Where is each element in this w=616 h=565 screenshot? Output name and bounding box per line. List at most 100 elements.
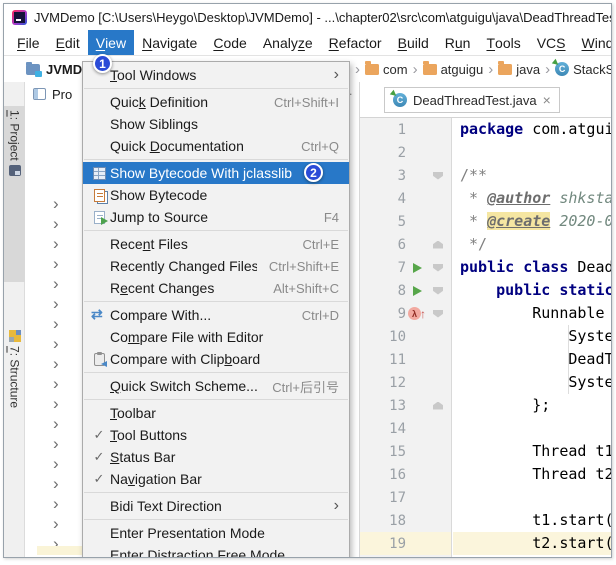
menu-item-label: Toolbar [110, 405, 156, 421]
menu-separator [84, 159, 348, 160]
menu-item-recent-files[interactable]: Recent Files Ctrl+E [83, 233, 349, 255]
fold-marker-icon[interactable] [428, 240, 448, 249]
fold-marker-icon[interactable] [428, 401, 448, 410]
menu-item-shortcut: Ctrl+后引号 [272, 379, 339, 395]
menu-item-quick-switch-scheme[interactable]: Quick Switch Scheme... Ctrl+后引号 [83, 375, 349, 397]
menubar-item-analyze[interactable]: Analy z e [255, 30, 321, 55]
menubar-item-build[interactable]: Build [390, 30, 437, 55]
nav-project-root[interactable]: JVMD [26, 56, 82, 82]
menu-item-show-bytecode-with-jclasslib[interactable]: Show Bytecode With jclasslib 2 [83, 162, 349, 184]
menu-item-show-bytecode[interactable]: Show Bytecode [83, 184, 349, 206]
line-number: 19 [389, 535, 406, 552]
breadcrumb-label: com [383, 61, 408, 77]
menubar-item-tools[interactable]: Tools [478, 30, 528, 55]
breadcrumb-separator: › [412, 60, 418, 78]
menubar-item-code[interactable]: Code [205, 30, 254, 55]
menu-item-tool-buttons[interactable]: ✓ Tool Buttons [83, 424, 349, 446]
chevron-right-icon[interactable]: › [53, 375, 59, 392]
menu-item-status-bar[interactable]: ✓ Status Bar [83, 446, 349, 468]
sidebar-tab-project[interactable]: 1: Project [4, 106, 25, 282]
line-number: 9 [397, 305, 406, 322]
run-button-icon[interactable] [406, 285, 428, 296]
menu-item-recent-changes[interactable]: Recent Changes Alt+Shift+C [83, 277, 349, 299]
sidebar-tab-structure[interactable]: 7: Structure [4, 326, 25, 478]
code-line-8: public static void main(String[] args) { [453, 279, 611, 302]
breadcrumb-item-com[interactable]: com [365, 60, 408, 77]
chevron-right-icon[interactable]: › [53, 495, 59, 512]
menu-item-recently-changed-files[interactable]: Recently Changed Files Ctrl+Shift+E [83, 255, 349, 277]
menu-item-navigation-bar[interactable]: ✓ Navigation Bar [83, 468, 349, 490]
menu-item-bidi-text-direction[interactable]: Bidi Text Direction › [83, 495, 349, 517]
fold-marker-icon[interactable] [428, 171, 448, 180]
chevron-right-icon[interactable]: › [53, 255, 59, 272]
menubar-item-window[interactable]: Window [574, 30, 611, 55]
line-number: 8 [397, 282, 406, 299]
chevron-right-icon[interactable]: › [53, 275, 59, 292]
fold-marker-icon[interactable] [428, 263, 448, 272]
lambda-implement-icon[interactable]: λ ↑ [406, 307, 428, 321]
menu-item-quick-definition[interactable]: Quick Definition Ctrl+Shift+I [83, 91, 349, 113]
code-token: * [460, 189, 488, 207]
chevron-right-icon[interactable]: › [53, 475, 59, 492]
chevron-right-icon[interactable]: › [53, 395, 59, 412]
code-line-1: package com.atguigu.java; [453, 118, 611, 141]
fold-marker-icon[interactable] [428, 309, 448, 318]
chevron-right-icon[interactable]: › [53, 195, 59, 212]
line-number: 6 [397, 236, 406, 253]
menu-item-compare-with-clipboard[interactable]: Compare with Clipboard [83, 348, 349, 370]
chevron-right-icon[interactable]: › [53, 435, 59, 452]
menu-item-enter-presentation-mode[interactable]: Enter Presentation Mode [83, 522, 349, 544]
breadcrumb-item-java[interactable]: java [498, 60, 540, 77]
chevron-right-icon[interactable]: › [53, 315, 59, 332]
menubar-item-vcs[interactable]: VC S [529, 30, 574, 55]
submenu-arrow-icon: › [333, 497, 339, 514]
menu-item-label: Show Siblings [110, 116, 198, 132]
menubar-item-view[interactable]: View [87, 30, 135, 55]
menu-item-toolbar[interactable]: Toolbar [83, 402, 349, 424]
menu-item-compare-file-with-editor[interactable]: Compare File with Editor [83, 326, 349, 348]
check-icon: ✓ [93, 449, 105, 464]
menubar-item-run[interactable]: Run [437, 30, 479, 55]
chevron-right-icon[interactable]: › [53, 295, 59, 312]
chevron-right-icon[interactable]: › [53, 235, 59, 252]
fold-marker-icon[interactable] [428, 286, 448, 295]
menu-item-label: Compare File with Editor [110, 329, 264, 345]
menu-item-label: Quick Switch Scheme... [110, 378, 258, 394]
menu-item-shortcut: Alt+Shift+C [273, 280, 339, 296]
run-button-icon[interactable] [406, 262, 428, 273]
code-line-13: }; [453, 394, 611, 417]
chevron-right-icon[interactable]: › [53, 415, 59, 432]
chevron-right-icon[interactable]: › [53, 515, 59, 532]
tab-close-icon[interactable]: × [543, 92, 551, 108]
chevron-right-icon[interactable]: › [53, 455, 59, 472]
menu-item-show-siblings[interactable]: Show Siblings [83, 113, 349, 135]
chevron-right-icon[interactable]: › [53, 335, 59, 352]
code-line-3: /** [453, 164, 611, 187]
menu-item-label: Tool Buttons [110, 427, 188, 443]
code-token: System.out.print [568, 327, 611, 345]
gutter-row: 3 [360, 164, 451, 187]
code-token: DeadThreadTest { [577, 258, 611, 276]
menu-item-compare-with[interactable]: Compare With... Ctrl+D [83, 304, 349, 326]
menubar-item-refactor[interactable]: Refactor [321, 30, 390, 55]
menu-item-quick-documentation[interactable]: Quick Documentation Ctrl+Q [83, 135, 349, 157]
gutter-row: 13 [360, 394, 451, 417]
menu-item-jump-to-source[interactable]: Jump to Source F4 [83, 206, 349, 228]
menubar-item-navigate[interactable]: Navigate [134, 30, 205, 55]
submenu-arrow-icon: › [333, 66, 339, 83]
gutter-row: 11 [360, 348, 451, 371]
chevron-right-icon[interactable]: › [53, 355, 59, 372]
editor-tab-deadthreadtest[interactable]: C DeadThreadTest.java × [384, 87, 560, 113]
menu-item-tool-windows[interactable]: Tool Windows › [83, 64, 349, 86]
chevron-right-icon[interactable]: › [53, 215, 59, 232]
breadcrumb-separator: › [355, 60, 360, 78]
menubar-item-edit[interactable]: Edit [48, 30, 88, 55]
line-number: 13 [389, 397, 406, 414]
menu-item-enter-distraction-free-mode[interactable]: Enter Distraction Free Mode [83, 544, 349, 557]
annotation-badge-2: 2 [304, 163, 323, 182]
breadcrumb-item-stacks[interactable]: C StackS [555, 62, 611, 77]
screenshot-root: JVMDemo [C:\Users\Heygo\Desktop\JVMDemo]… [0, 0, 616, 565]
menubar-item-file[interactable]: File [9, 30, 48, 55]
breadcrumb-item-atguigu[interactable]: atguigu [422, 60, 483, 77]
